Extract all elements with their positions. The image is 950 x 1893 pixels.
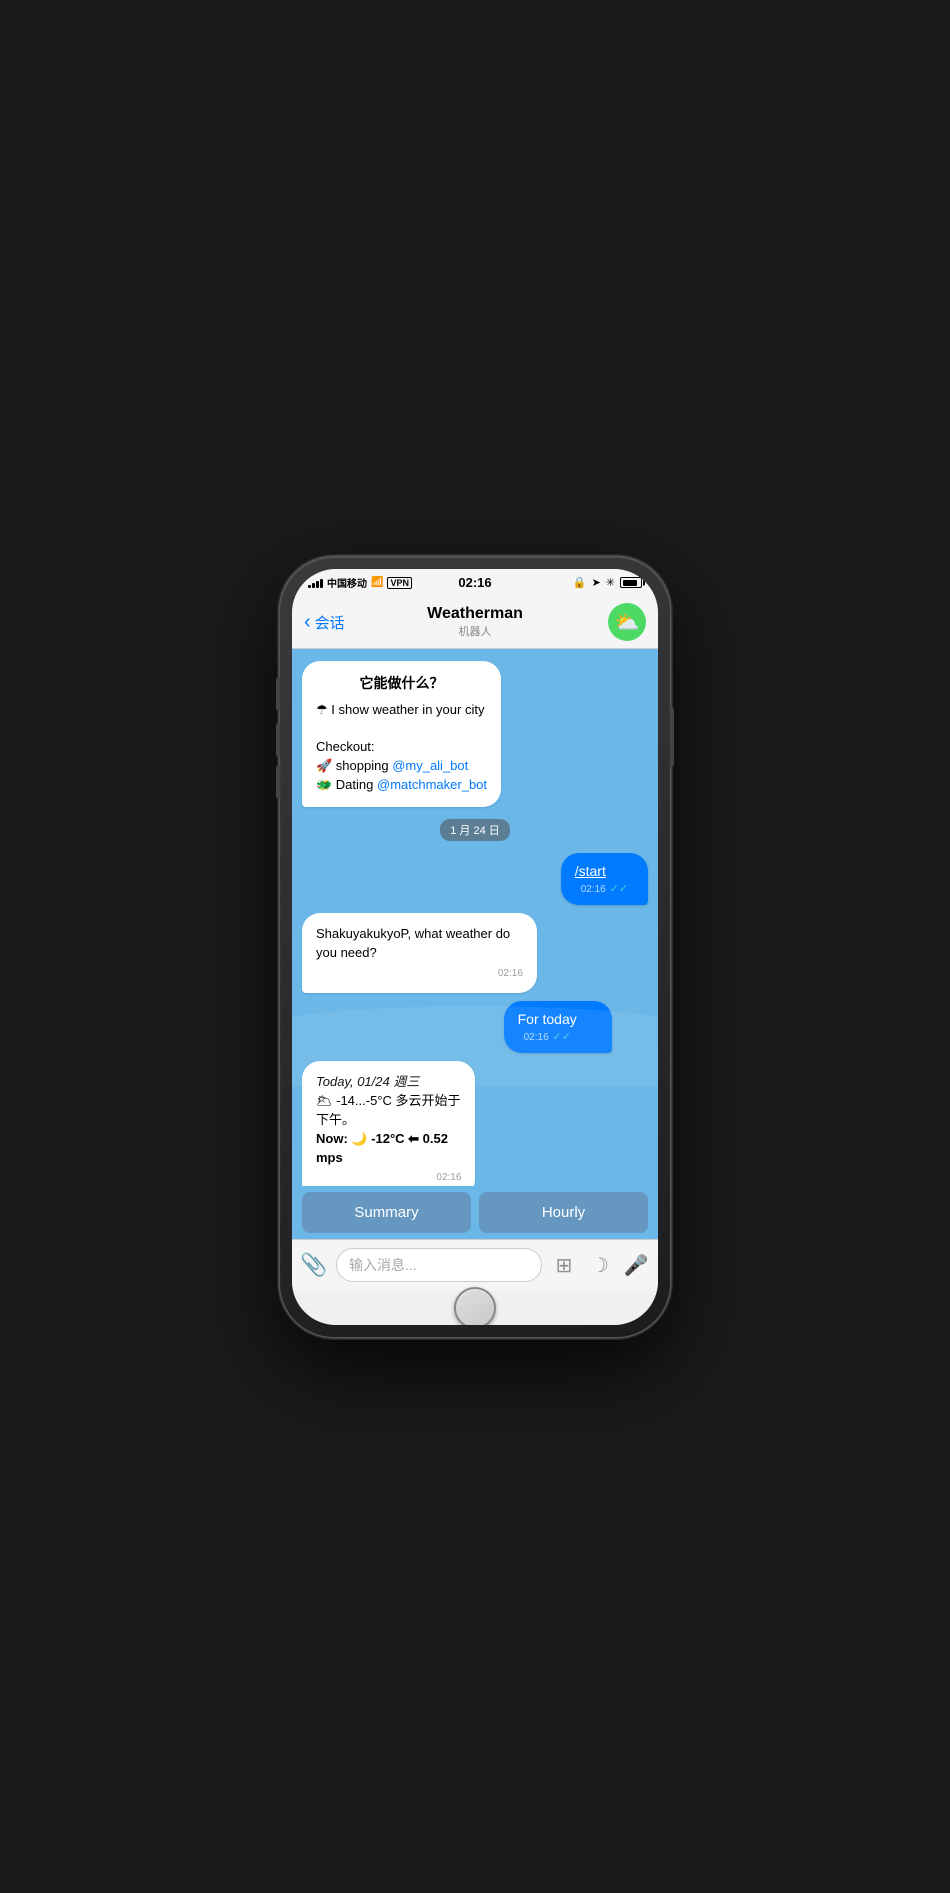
weather-query-message: ShakuyakukyoP, what weather do you need?… xyxy=(302,913,537,993)
wifi-icon: 📶 xyxy=(371,577,383,588)
status-bar: 中国移动 📶 VPN 02:16 🔒 ➤ ✳ xyxy=(292,569,658,597)
status-left: 中国移动 📶 VPN xyxy=(308,575,412,590)
for-today-text: For today xyxy=(518,1011,577,1027)
bot-avatar-icon[interactable]: ⛅ xyxy=(608,603,646,641)
vpn-badge: VPN xyxy=(387,577,412,589)
chat-area[interactable]: 它能做什么？ ☂ I show weather in your city Che… xyxy=(292,649,658,1186)
intro-line-1: ☂ I show weather in your city xyxy=(316,701,487,720)
intro-checkout: Checkout: xyxy=(316,738,487,757)
read-checkmarks: ✓✓ xyxy=(610,883,628,895)
start-text: /start xyxy=(575,863,606,879)
phone-device: 中国移动 📶 VPN 02:16 🔒 ➤ ✳ ‹ 会话 Weatherman xyxy=(280,557,670,1337)
msg-time: 02:16 xyxy=(316,1171,461,1185)
input-placeholder: 输入消息... xyxy=(349,1255,417,1275)
attachment-icon[interactable]: 📎 xyxy=(300,1252,328,1278)
signal-bars xyxy=(308,578,323,588)
sticker-icon[interactable]: ⊞ xyxy=(550,1253,578,1278)
nav-center: Weatherman 机器人 xyxy=(427,605,523,639)
battery-fill xyxy=(623,580,637,586)
message-input[interactable]: 输入消息... xyxy=(336,1248,542,1282)
quick-replies-bar: Summary Hourly xyxy=(292,1186,658,1239)
back-button[interactable]: ‹ 会话 xyxy=(304,612,345,633)
cloud-sun-icon: ⛅ xyxy=(615,610,640,635)
intro-line-2: 🚀 shopping @my_ali_bot xyxy=(316,757,487,776)
list-item: Today, 01/24 週三 🌥 -14...-5°C 多云开始于下午。 No… xyxy=(302,1061,514,1185)
weather-query-text: ShakuyakukyoP, what weather do you need? xyxy=(316,926,510,960)
carrier-label: 中国移动 xyxy=(327,575,367,590)
phone-screen: 中国移动 📶 VPN 02:16 🔒 ➤ ✳ ‹ 会话 Weatherman xyxy=(292,569,658,1325)
input-bar: 📎 输入消息... ⊞ ☽ 🎤 xyxy=(292,1239,658,1291)
msg-time: 02:16 xyxy=(581,884,606,895)
weather-date-line: Today, 01/24 週三 xyxy=(316,1073,461,1092)
lock-icon: 🔒 xyxy=(573,576,587,589)
moon-icon[interactable]: ☽ xyxy=(586,1253,614,1278)
ali-bot-link[interactable]: @my_ali_bot xyxy=(392,758,468,773)
signal-bar-3 xyxy=(316,581,319,588)
bluetooth-icon: ✳ xyxy=(606,576,615,589)
summary-button[interactable]: Summary xyxy=(302,1192,471,1233)
signal-bar-1 xyxy=(308,585,311,588)
list-item: ShakuyakukyoP, what weather do you need?… xyxy=(302,913,589,993)
home-button[interactable] xyxy=(454,1287,496,1325)
nav-title: Weatherman xyxy=(427,605,523,623)
intro-heading: 它能做什么？ xyxy=(316,673,487,693)
chevron-left-icon: ‹ xyxy=(304,612,311,632)
hourly-button[interactable]: Hourly xyxy=(479,1192,648,1233)
home-area xyxy=(292,1291,658,1325)
intro-line-3: 🐲 Dating @matchmaker_bot xyxy=(316,776,487,795)
signal-bar-4 xyxy=(320,579,323,588)
for-today-message: For today 02:16 ✓✓ xyxy=(504,1001,612,1053)
mic-icon[interactable]: 🎤 xyxy=(622,1253,650,1278)
signal-bar-2 xyxy=(312,583,315,588)
nav-bar: ‹ 会话 Weatherman 机器人 ⛅ xyxy=(292,597,658,649)
msg-time: 02:16 xyxy=(524,1032,549,1043)
battery-indicator xyxy=(620,577,642,588)
date-badge: 1 月 24 日 xyxy=(440,819,510,841)
start-message: /start 02:16 ✓✓ xyxy=(561,853,648,905)
status-right: 🔒 ➤ ✳ xyxy=(573,576,642,589)
weather-temp-line: 🌥 -14...-5°C 多云开始于下午。 xyxy=(316,1092,461,1130)
nav-subtitle: 机器人 xyxy=(427,623,523,639)
list-item: /start 02:16 ✓✓ xyxy=(532,853,648,905)
weather-result-message: Today, 01/24 週三 🌥 -14...-5°C 多云开始于下午。 No… xyxy=(302,1061,475,1185)
matchmaker-bot-link[interactable]: @matchmaker_bot xyxy=(377,777,487,792)
date-text: 1 月 24 日 xyxy=(450,825,500,837)
input-right-icons: ⊞ ☽ 🎤 xyxy=(550,1253,650,1278)
status-time: 02:16 xyxy=(458,575,491,590)
back-label: 会话 xyxy=(315,612,345,633)
read-checkmarks-2: ✓✓ xyxy=(553,1031,571,1043)
msg-time: 02:16 xyxy=(316,967,523,982)
weather-now-line: Now: 🌙 -12°C ⬅ 0.52 mps xyxy=(316,1130,461,1168)
list-item: 它能做什么？ ☂ I show weather in your city Che… xyxy=(302,661,501,808)
list-item: For today 02:16 ✓✓ xyxy=(504,1001,648,1053)
location-icon: ➤ xyxy=(592,576,601,589)
